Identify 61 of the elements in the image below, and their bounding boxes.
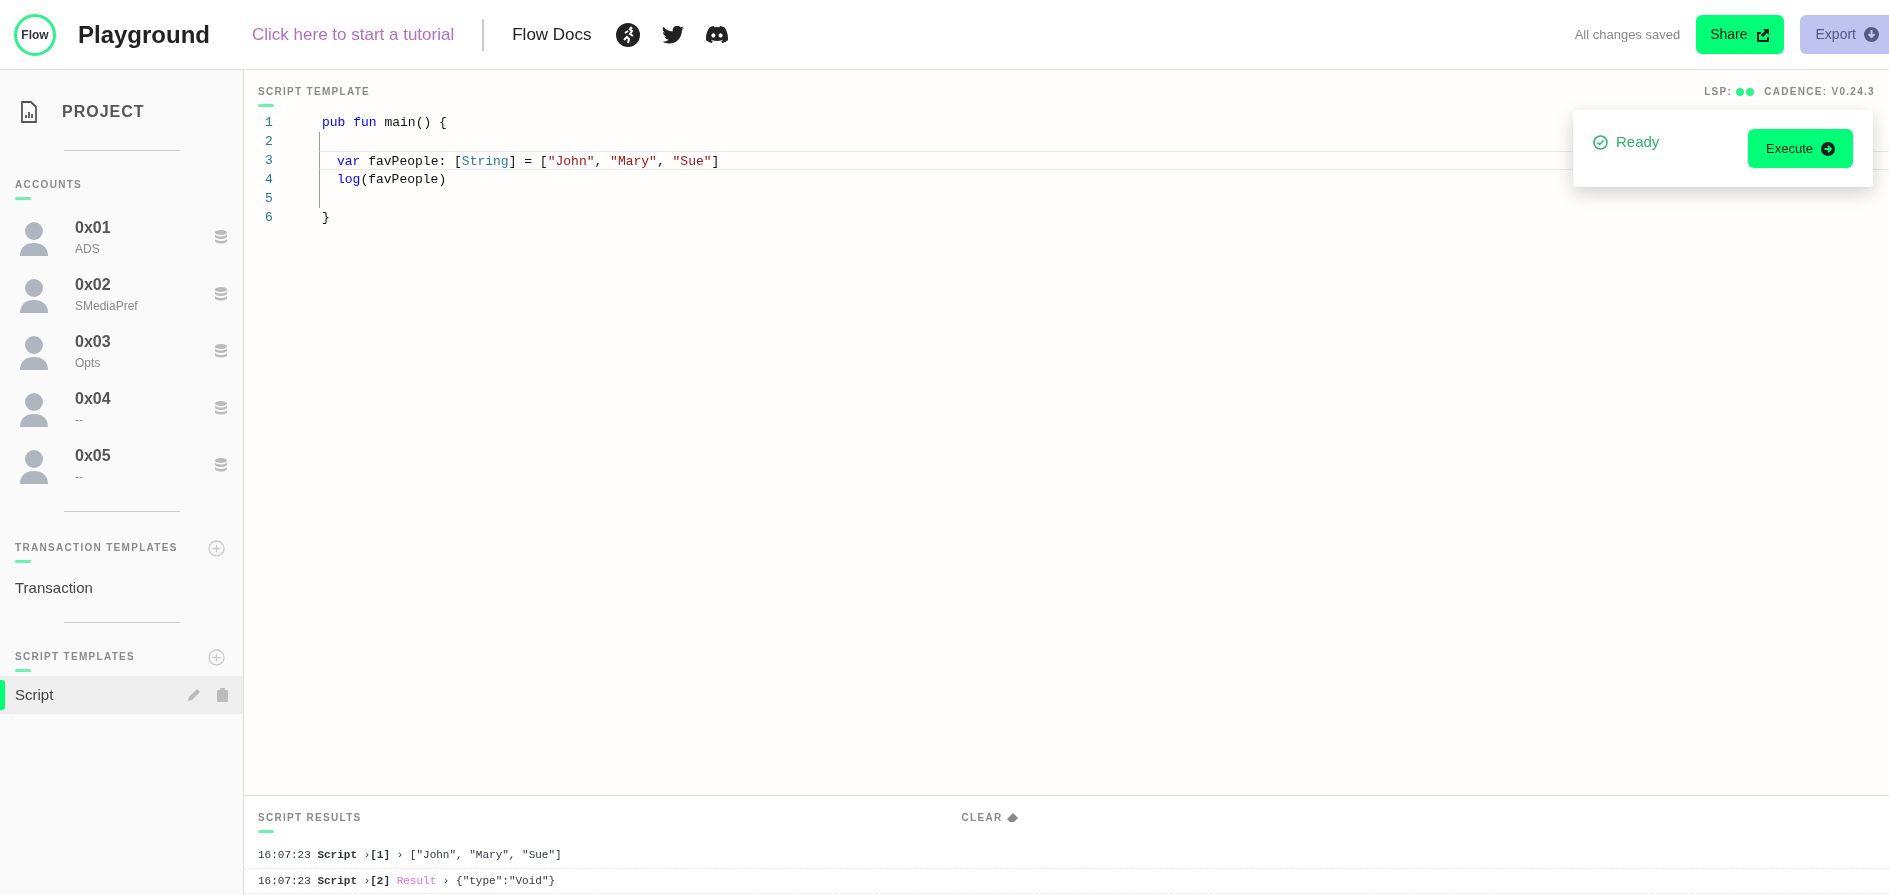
account-name: ADS <box>75 240 101 258</box>
docs-link[interactable]: Flow Docs <box>512 21 592 48</box>
result-line: 16:07:23 Script ›[2] Result › {"type":"Void"} <box>258 873 556 889</box>
result-line: 16:07:23 Script ›[1] › ["John", "Mary", "Sue"] <box>258 848 562 863</box>
check-circle-icon <box>1593 135 1608 150</box>
line-number: 2 <box>264 133 274 151</box>
section-heading: SCRIPT RESULTS <box>258 811 362 825</box>
account-name: SMediaPref <box>75 297 138 315</box>
share-button[interactable]: Share <box>1696 15 1784 54</box>
add-icon[interactable] <box>208 540 225 557</box>
status-dots-icon <box>1736 87 1755 96</box>
code-line: log(favPeople) <box>337 171 447 189</box>
database-icon[interactable] <box>215 229 227 244</box>
eraser-icon <box>1006 812 1018 823</box>
discord-icon[interactable] <box>705 26 728 43</box>
section-heading: SCRIPT TEMPLATE <box>258 85 371 99</box>
project-heading: PROJECT <box>62 102 145 122</box>
template-item[interactable]: Script <box>0 675 243 714</box>
database-icon[interactable] <box>215 400 227 415</box>
account-address: 0x04 <box>75 388 111 409</box>
account-address: 0x05 <box>75 445 111 466</box>
code-line: } <box>322 209 330 227</box>
download-icon <box>1864 27 1879 42</box>
database-icon[interactable] <box>215 286 227 301</box>
database-icon[interactable] <box>215 343 227 358</box>
lsp-label: LSP: <box>1704 85 1733 99</box>
runner-icon[interactable] <box>615 22 640 47</box>
logo: Flow <box>14 13 56 56</box>
selection-indicator <box>0 679 5 710</box>
account-address: 0x01 <box>75 217 111 238</box>
app-title: Playground <box>78 19 210 50</box>
tutorial-link[interactable]: Click here to start a tutorial <box>252 21 455 48</box>
database-icon[interactable] <box>215 457 227 472</box>
share-icon <box>1755 27 1770 42</box>
section-heading: ACCOUNTS <box>15 178 83 192</box>
account-name: -- <box>75 411 84 429</box>
line-number: 5 <box>264 190 274 208</box>
save-status: All changes saved <box>1574 25 1681 44</box>
line-number: 3 <box>264 152 274 170</box>
section-heading: TRANSACTION TEMPLATES <box>15 541 178 555</box>
section-heading: SCRIPT TEMPLATES <box>15 649 136 664</box>
file-chart-icon <box>20 101 38 123</box>
line-number: 4 <box>264 171 274 189</box>
cadence-version: CADENCE: V0.24.3 <box>1764 85 1875 99</box>
clipboard-icon[interactable] <box>217 687 228 702</box>
account-address: 0x03 <box>75 331 111 352</box>
code-line: pub fun main() { <box>322 114 447 132</box>
account-name: Opts <box>75 354 102 372</box>
template-item[interactable]: Transaction <box>0 569 243 608</box>
add-icon[interactable] <box>208 648 225 666</box>
line-number: 6 <box>264 209 274 227</box>
account-address: 0x02 <box>75 274 112 295</box>
pencil-icon[interactable] <box>187 687 201 702</box>
code-line: var favPeople: [String] = ["John", "Mary", "Sue"] <box>337 153 720 171</box>
line-number: 1 <box>264 114 274 132</box>
arrow-circle-icon <box>1821 141 1835 156</box>
execute-button[interactable]: Execute <box>1748 128 1853 169</box>
export-button[interactable]: Export <box>1799 15 1889 54</box>
account-name: -- <box>75 468 84 486</box>
twitter-icon[interactable] <box>661 25 684 44</box>
status-text: Ready <box>1616 132 1660 153</box>
